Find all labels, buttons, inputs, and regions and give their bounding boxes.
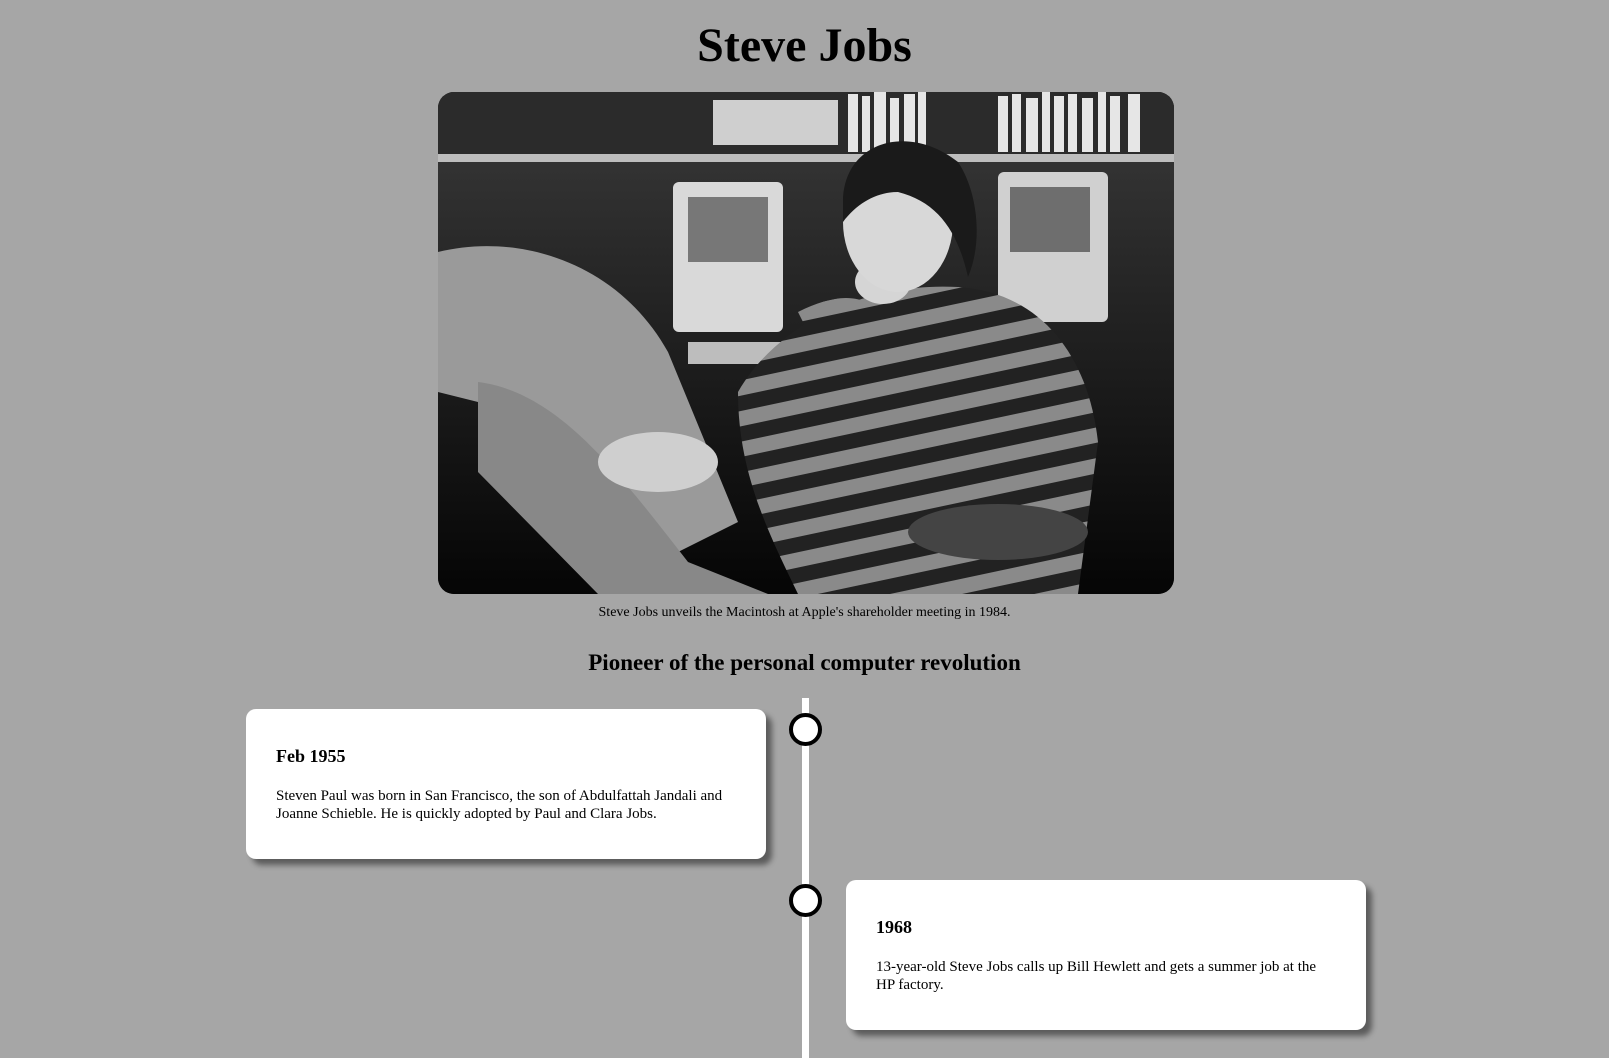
timeline-dot — [789, 713, 822, 746]
page-title: Steve Jobs — [697, 19, 912, 72]
event-date: 1968 — [876, 917, 912, 937]
timeline-event-card: 1968 13-year-old Steve Jobs calls up Bil… — [846, 880, 1366, 1030]
timeline-line — [802, 698, 809, 1058]
page-subtitle: Pioneer of the personal computer revolut… — [588, 650, 1021, 675]
event-description: Steven Paul was born in San Francisco, t… — [276, 788, 723, 822]
steve-jobs-photo — [438, 92, 1174, 594]
event-description: 13-year-old Steve Jobs calls up Bill Hew… — [876, 959, 1317, 993]
photo-caption: Steve Jobs unveils the Macintosh at Appl… — [598, 605, 1011, 620]
event-date: Feb 1955 — [276, 746, 346, 766]
timeline-event-card: Feb 1955 Steven Paul was born in San Fra… — [246, 709, 766, 859]
timeline-dot — [789, 884, 822, 917]
